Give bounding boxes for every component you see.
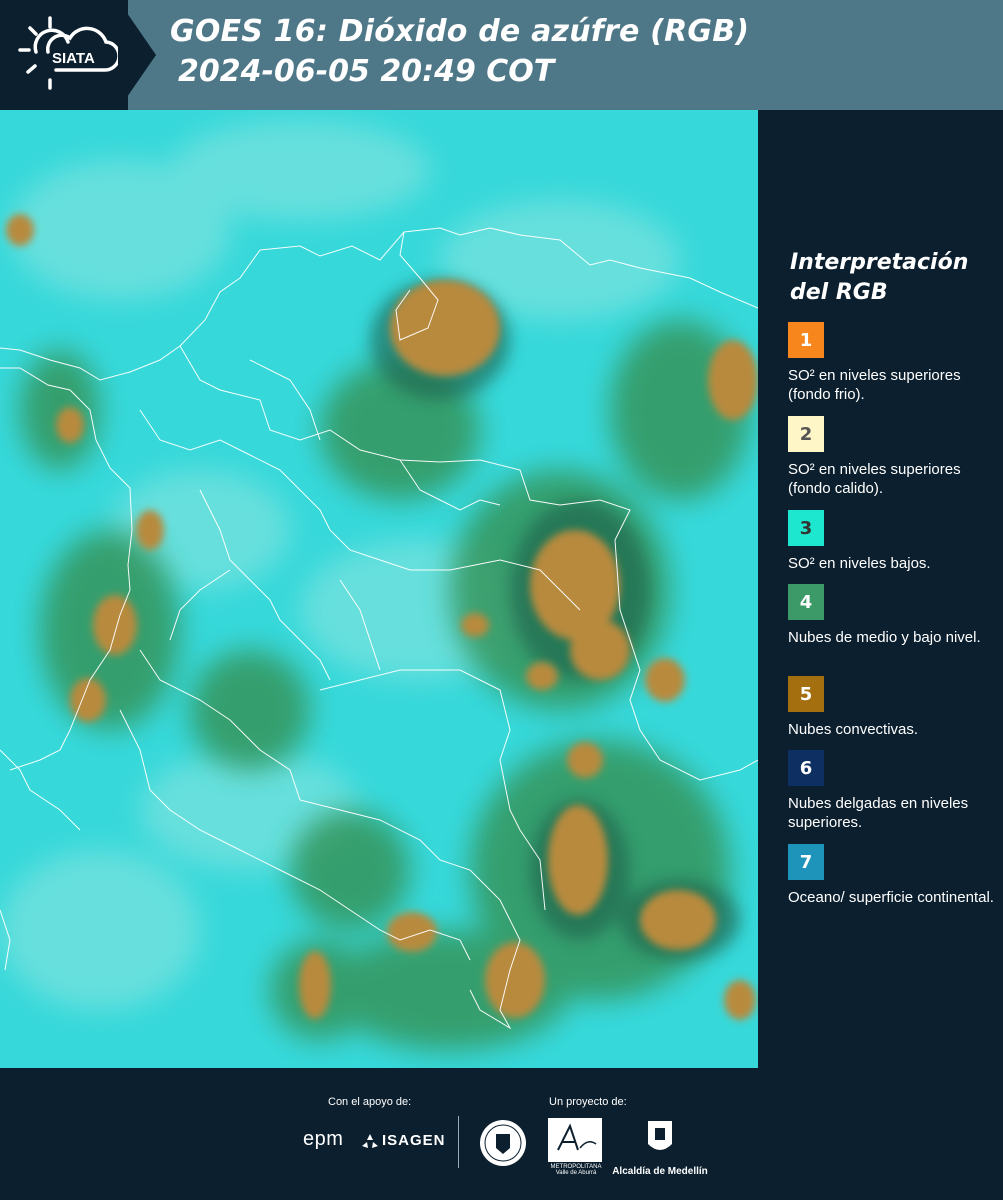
legend-item-4: 4 Nubes de medio y bajo nivel.	[788, 584, 998, 647]
legend-item-label: SO² en niveles superiores (fondo frio).	[788, 367, 961, 403]
alcaldia-label: Alcaldía de Medellín	[612, 1166, 708, 1177]
logo-block: SIATA	[0, 0, 128, 110]
siata-logo-icon: SIATA	[18, 16, 121, 90]
legend-item-label: SO² en niveles superiores (fondo calido)…	[788, 461, 961, 497]
svg-text:SIATA: SIATA	[52, 50, 95, 67]
legend-swatch-3: 3	[788, 510, 824, 546]
alcaldia-logo: Alcaldía de Medellín	[612, 1118, 708, 1177]
support-label: Con el apoyo de:	[328, 1096, 412, 1108]
legend-item-2: 2 SO² en niveles superiores (fondo calid…	[788, 416, 998, 498]
legend-swatch-2: 2	[788, 416, 824, 452]
university-seal-icon	[480, 1120, 526, 1166]
legend-swatch-5: 5	[788, 676, 824, 712]
legend-panel: Interpretación del RGB 1 SO² en niveles …	[758, 110, 1003, 1068]
satellite-map	[0, 110, 758, 1068]
datetime-label: 2024-06-05 20:49 COT	[178, 54, 555, 89]
header: SIATA GOES 16: Dióxido de azúfre (RGB) 2…	[0, 0, 1003, 110]
legend-item-6: 6 Nubes delgadas en niveles superiores.	[788, 750, 998, 832]
legend-item-7: 7 Oceano/ superficie continental.	[788, 844, 998, 907]
project-label: Un proyecto de:	[549, 1096, 627, 1108]
legend-item-5: 5 Nubes convectivas.	[788, 676, 998, 739]
legend-item-label: Oceano/ superficie continental.	[788, 889, 994, 906]
area-metropolitana-text: METROPOLITANA Valle de Aburrá	[550, 1164, 602, 1176]
isagen-logo: ISAGEN	[382, 1132, 446, 1149]
alcaldia-shield-icon	[648, 1121, 672, 1150]
legend-item-1: 1 SO² en niveles superiores (fondo frio)…	[788, 322, 998, 404]
legend-swatch-4: 4	[788, 584, 824, 620]
legend-item-label: SO² en niveles bajos.	[788, 555, 931, 572]
footer-divider	[458, 1116, 459, 1168]
area-metropolitana-logo-icon	[548, 1118, 602, 1162]
legend-item-3: 3 SO² en niveles bajos.	[788, 510, 998, 573]
legend-item-label: Nubes delgadas en niveles superiores.	[788, 795, 969, 831]
legend-item-label: Nubes convectivas.	[788, 721, 919, 738]
satellite-imagery	[0, 110, 758, 1068]
legend-swatch-1: 1	[788, 322, 824, 358]
legend-swatch-7: 7	[788, 844, 824, 880]
legend-item-label: Nubes de medio y bajo nivel.	[788, 629, 981, 646]
isagen-logo-icon	[362, 1134, 378, 1148]
footer: Con el apoyo de: Un proyecto de: epm ISA…	[0, 1068, 1003, 1200]
legend-swatch-6: 6	[788, 750, 824, 786]
legend-title: Interpretación del RGB	[790, 250, 969, 305]
logo-chevron	[118, 0, 156, 110]
page-title: GOES 16: Dióxido de azúfre (RGB)	[170, 14, 750, 49]
epm-logo: epm	[303, 1128, 344, 1150]
